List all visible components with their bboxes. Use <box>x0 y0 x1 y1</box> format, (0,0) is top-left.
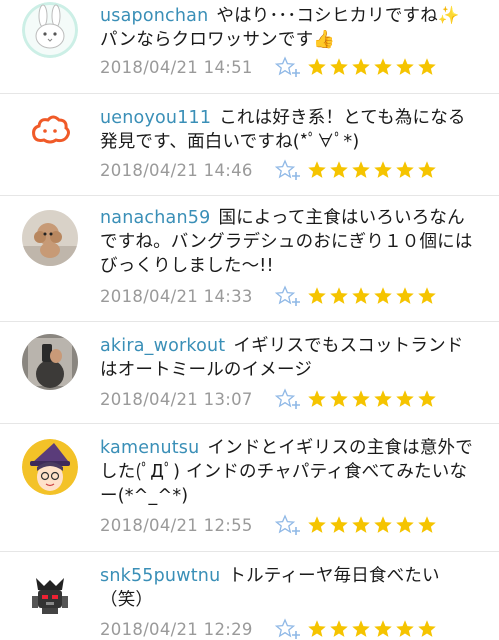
star-icon <box>373 160 393 180</box>
star-icon <box>395 515 415 535</box>
star-icon <box>373 57 393 77</box>
star-icon <box>395 619 415 639</box>
star-icon <box>329 515 349 535</box>
star-icon <box>373 619 393 639</box>
star-icon <box>351 160 371 180</box>
comment-username[interactable]: kamenutsu <box>100 438 199 458</box>
star-rating <box>307 389 437 409</box>
star-plus-icon[interactable] <box>274 617 301 640</box>
avatar-usaponchan[interactable] <box>22 2 78 58</box>
star-icon <box>417 160 437 180</box>
comment-item: uenoyou111 これは好き系！とても為になる発見です、面白いですね(*ﾟ∀ﾟ… <box>0 94 499 196</box>
star-icon <box>373 389 393 409</box>
star-icon <box>417 389 437 409</box>
comment-timestamp: 2018/04/21 12:29 <box>100 619 253 639</box>
star-icon <box>307 286 327 306</box>
comment-timestamp: 2018/04/21 14:33 <box>100 286 253 306</box>
star-rating <box>307 57 437 77</box>
star-icon <box>395 57 415 77</box>
star-rating <box>307 619 437 639</box>
star-plus-icon[interactable] <box>274 284 301 308</box>
star-icon <box>395 389 415 409</box>
avatar-akira_workout[interactable] <box>22 334 78 390</box>
star-icon <box>351 619 371 639</box>
star-icon <box>417 619 437 639</box>
star-rating <box>307 515 437 535</box>
robot-icon <box>22 566 78 622</box>
star-icon <box>351 286 371 306</box>
avatar-uenoyou111[interactable] <box>22 102 78 158</box>
comment-username[interactable]: uenoyou111 <box>100 108 211 128</box>
comment-timestamp: 2018/04/21 14:46 <box>100 160 253 180</box>
star-icon <box>373 286 393 306</box>
mirror-selfie-photo-icon <box>22 334 78 390</box>
star-icon <box>351 515 371 535</box>
star-icon <box>329 619 349 639</box>
star-plus-icon[interactable] <box>274 513 301 537</box>
star-icon <box>307 515 327 535</box>
star-icon <box>329 389 349 409</box>
star-plus-icon[interactable] <box>274 55 301 79</box>
star-icon <box>307 619 327 639</box>
star-rating <box>307 160 437 180</box>
comment-username[interactable]: usaponchan <box>100 6 208 26</box>
white-rabbit-icon <box>22 2 78 58</box>
star-rating <box>307 286 437 306</box>
toy-poodle-photo-icon <box>22 210 78 266</box>
star-icon <box>395 286 415 306</box>
avatar-snk55puwtnu[interactable] <box>22 566 78 622</box>
star-icon <box>417 57 437 77</box>
comment-username[interactable]: akira_workout <box>100 336 225 356</box>
star-icon <box>307 57 327 77</box>
star-icon <box>329 286 349 306</box>
comment-list: usaponchan やはり･･･コシヒカリですね✨パンならクロワッサンです👍 2… <box>0 0 499 640</box>
star-icon <box>373 515 393 535</box>
star-plus-icon[interactable] <box>274 158 301 182</box>
star-icon <box>307 389 327 409</box>
comment-item: akira_workout イギリスでもスコットランドはオートミールのイメージ 2… <box>0 322 499 424</box>
star-icon <box>351 389 371 409</box>
orange-cloud-icon <box>22 102 78 158</box>
comment-username[interactable]: nanachan59 <box>100 208 210 228</box>
comment-item: nanachan59 国によって主食はいろいろなんですね。バングラデシュのおにぎり… <box>0 196 499 322</box>
comment-timestamp: 2018/04/21 12:55 <box>100 515 253 535</box>
comment-item: kamenutsu インドとイギリスの主食は意外でした(ﾟДﾟ) インドのチャパテ… <box>0 424 499 552</box>
star-icon <box>351 57 371 77</box>
comment-timestamp: 2018/04/21 13:07 <box>100 389 253 409</box>
star-icon <box>417 286 437 306</box>
witch-girl-icon <box>22 439 78 495</box>
star-icon <box>329 160 349 180</box>
avatar-kamenutsu[interactable] <box>22 439 78 495</box>
comment-item: snk55puwtnu トルティーヤ毎日食べたい（笑） 2018/04/21 12… <box>0 552 499 640</box>
star-icon <box>395 160 415 180</box>
star-icon <box>417 515 437 535</box>
star-plus-icon[interactable] <box>274 387 301 411</box>
comment-username[interactable]: snk55puwtnu <box>100 566 220 586</box>
star-icon <box>307 160 327 180</box>
comment-timestamp: 2018/04/21 14:51 <box>100 57 253 77</box>
comment-item: usaponchan やはり･･･コシヒカリですね✨パンならクロワッサンです👍 2… <box>0 0 499 94</box>
avatar-nanachan59[interactable] <box>22 210 78 266</box>
star-icon <box>329 57 349 77</box>
